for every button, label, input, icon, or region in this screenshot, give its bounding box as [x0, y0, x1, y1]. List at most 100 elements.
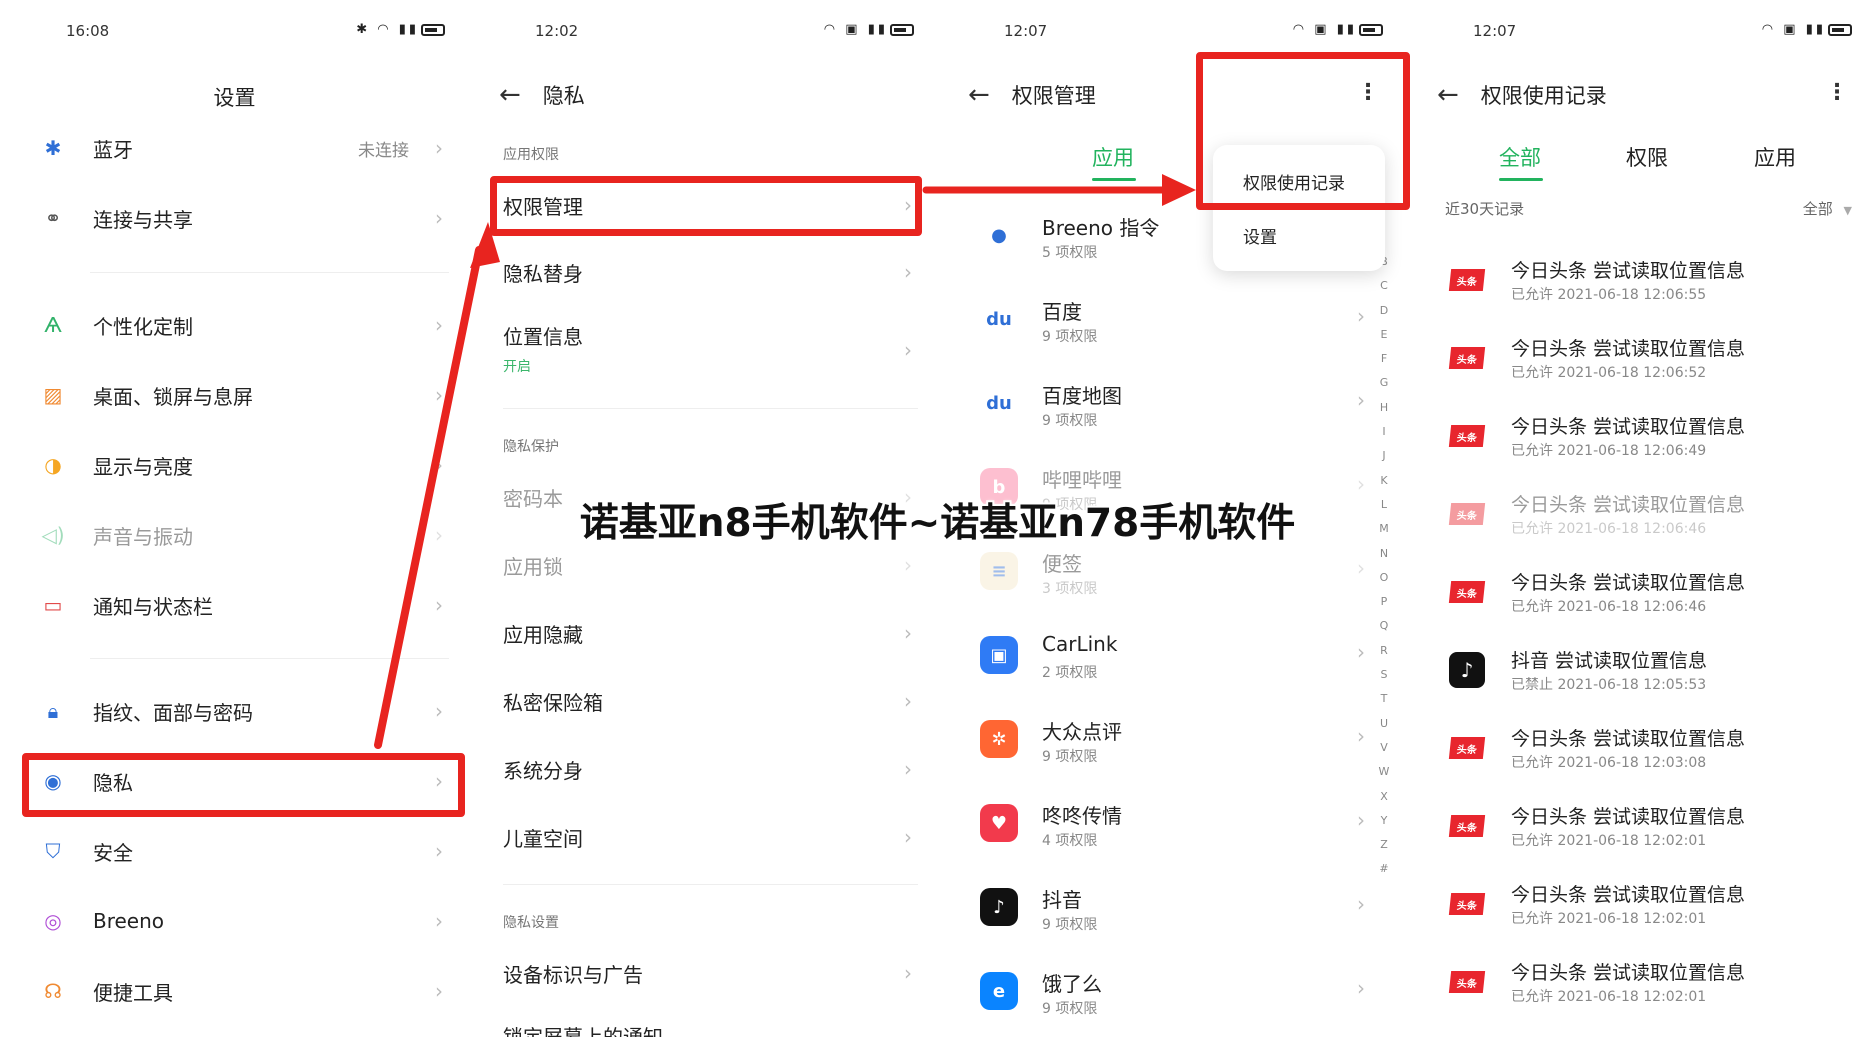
log-title: 今日头条 尝试读取位置信息	[1511, 728, 1746, 750]
alphabet-letter[interactable]: Q	[1377, 614, 1391, 638]
clone-system-item[interactable]: 系统分身 ›	[503, 744, 918, 794]
tab-underline	[1499, 178, 1543, 181]
log-row[interactable]: 头条 今日头条 尝试读取位置信息 已允许 2021-06-18 12:02:01	[1407, 944, 1875, 1022]
settings-item-label: 连接与共享	[93, 207, 193, 232]
tab-all[interactable]: 全部	[1499, 142, 1541, 172]
alphabet-letter[interactable]: S	[1377, 663, 1391, 687]
log-title: 抖音 尝试读取位置信息	[1511, 650, 1708, 672]
privacy-double-item[interactable]: 隐私替身 ›	[503, 247, 918, 297]
settings-item-personalize[interactable]: Ѧ 个性化定制 ›	[0, 297, 469, 353]
alphabet-letter[interactable]: D	[1377, 299, 1391, 323]
alphabet-letter[interactable]: O	[1377, 566, 1391, 590]
alphabet-letter[interactable]: Z	[1377, 833, 1391, 857]
app-name: 咚咚传情	[1042, 804, 1122, 828]
log-row[interactable]: 头条 今日头条 尝试读取位置信息 已允许 2021-06-18 12:06:55	[1407, 242, 1875, 320]
settings-item-bluetooth[interactable]: ✱ 蓝牙 未连接 ›	[0, 120, 469, 176]
alphabet-letter[interactable]: #	[1377, 857, 1391, 881]
menu-item-settings[interactable]: 设置	[1243, 223, 1277, 248]
settings-item-tools[interactable]: ☊ 便捷工具 ›	[0, 963, 469, 1019]
alphabet-letter[interactable]: U	[1377, 712, 1391, 736]
private-safe-item[interactable]: 私密保险箱 ›	[503, 676, 918, 726]
status-time: 16:08	[66, 22, 110, 40]
settings-item-share[interactable]: ⚭ 连接与共享 ›	[0, 190, 469, 246]
alphabet-letter[interactable]: V	[1377, 736, 1391, 760]
alphabet-letter[interactable]: H	[1377, 396, 1391, 420]
app-permission-count: 3 项权限	[1042, 581, 1098, 597]
toutiao-badge: 头条	[1448, 815, 1486, 837]
log-row[interactable]: 头条 今日头条 尝试读取位置信息 已允许 2021-06-18 12:02:01	[1407, 788, 1875, 866]
alphabet-letter[interactable]: K	[1377, 469, 1391, 493]
location-item[interactable]: 位置信息 ›	[503, 310, 918, 363]
kids-space-item[interactable]: 儿童空间 ›	[503, 812, 918, 862]
app-row[interactable]: du 百度 9 项权限 ›	[938, 282, 1407, 366]
more-options-icon[interactable]: ⋮	[1826, 80, 1848, 105]
alphabet-letter[interactable]: P	[1377, 590, 1391, 614]
log-row[interactable]: 头条 今日头条 尝试读取位置信息 已允许 2021-06-18 12:06:46	[1407, 554, 1875, 632]
more-options-icon[interactable]: ⋮	[1357, 80, 1379, 105]
divider	[90, 272, 449, 273]
back-arrow-icon[interactable]: ←	[968, 82, 990, 108]
lock-notify-item[interactable]: 锁定屏幕上的通知	[503, 1010, 918, 1037]
log-row[interactable]: 头条 今日头条 尝试读取位置信息 已允许 2021-06-18 12:03:08	[1407, 710, 1875, 788]
chevron-right-icon: ›	[435, 769, 443, 793]
device-ads-item[interactable]: 设备标识与广告 ›	[503, 948, 918, 998]
douyin-app-icon: ♪	[1449, 652, 1485, 688]
app-permission-count: 9 项权限	[1042, 917, 1098, 933]
settings-item-security[interactable]: ⛉ 安全 ›	[0, 823, 469, 879]
settings-item-breeno[interactable]: ◎ Breeno ›	[0, 893, 469, 949]
location-state: 开启	[503, 359, 531, 375]
settings-item-password[interactable]: 🔒︎ 指纹、面部与密码 ›	[0, 683, 469, 739]
menu-item-permission-log[interactable]: 权限使用记录	[1243, 169, 1345, 194]
app-row[interactable]: ♪ 抖音 9 项权限 ›	[938, 870, 1407, 954]
back-arrow-icon[interactable]: ←	[499, 82, 521, 108]
alphabet-letter[interactable]: E	[1377, 323, 1391, 347]
item-label: 应用锁	[503, 554, 563, 579]
alphabet-letter[interactable]: F	[1377, 347, 1391, 371]
status-icons: ◠ ▣ ▮▮	[824, 22, 914, 37]
tab-permission[interactable]: 权限	[1626, 142, 1668, 172]
log-row[interactable]: 头条 今日头条 尝试读取位置信息 已允许 2021-06-18 12:02:01	[1407, 866, 1875, 944]
filter-dropdown[interactable]: 全部 ▼	[1803, 198, 1852, 219]
privacy-eye-icon: ◉	[44, 769, 62, 793]
chevron-right-icon: ›	[435, 313, 443, 337]
alphabet-letter[interactable]: Y	[1377, 809, 1391, 833]
log-row[interactable]: ♪ 抖音 尝试读取位置信息 已禁止 2021-06-18 12:05:53	[1407, 632, 1875, 710]
app-row[interactable]: e 饿了么 9 项权限 ›	[938, 954, 1407, 1037]
log-timestamp: 已允许 2021-06-18 12:02:01	[1511, 989, 1707, 1005]
tab-app[interactable]: 应用	[1754, 142, 1796, 172]
settings-item-brightness[interactable]: ◑ 显示与亮度 ›	[0, 437, 469, 493]
settings-item-privacy[interactable]: ◉ 隐私 ›	[0, 753, 469, 809]
settings-item-notification[interactable]: ▭ 通知与状态栏 ›	[0, 577, 469, 633]
battery-icon	[1828, 23, 1852, 36]
app-hide-item[interactable]: 应用隐藏 ›	[503, 608, 918, 658]
alphabet-letter[interactable]: T	[1377, 687, 1391, 711]
alphabet-index[interactable]: BCDEFGHIJKLMNOPQRSTUVWXYZ#	[1377, 250, 1391, 882]
log-row[interactable]: 头条 今日头条 尝试读取位置信息 已允许 2021-06-18 12:06:52	[1407, 320, 1875, 398]
status-bar: 16:08 ✱ ◠ ▮▮	[0, 20, 469, 42]
chevron-right-icon: ›	[435, 383, 443, 407]
permission-management-item[interactable]: 权限管理 ›	[503, 180, 918, 230]
alphabet-letter[interactable]: W	[1377, 760, 1391, 784]
alphabet-letter[interactable]: J	[1377, 444, 1391, 468]
log-row[interactable]: 头条 今日头条 尝试读取位置信息 已允许 2021-06-18 12:06:49	[1407, 398, 1875, 476]
alphabet-letter[interactable]: G	[1377, 371, 1391, 395]
alphabet-letter[interactable]: I	[1377, 420, 1391, 444]
log-title: 今日头条 尝试读取位置信息	[1511, 962, 1746, 984]
battery-icon	[421, 23, 445, 36]
alphabet-letter[interactable]: C	[1377, 274, 1391, 298]
app-row[interactable]: ▣ CarLink 2 项权限 ›	[938, 618, 1407, 702]
back-arrow-icon[interactable]: ←	[1437, 82, 1459, 108]
tab-apps[interactable]: 应用	[1092, 142, 1134, 172]
desktop-icon: ▨	[43, 383, 63, 407]
alphabet-letter[interactable]: X	[1377, 785, 1391, 809]
item-label: 隐私替身	[503, 261, 583, 286]
lock-icon: 🔒︎	[47, 699, 59, 723]
app-row[interactable]: du 百度地图 9 项权限 ›	[938, 366, 1407, 450]
app-row[interactable]: ♥ 咚咚传情 4 项权限 ›	[938, 786, 1407, 870]
alphabet-letter[interactable]: R	[1377, 639, 1391, 663]
app-row[interactable]: ✲ 大众点评 9 项权限 ›	[938, 702, 1407, 786]
item-label: 锁定屏幕上的通知	[503, 1024, 663, 1037]
status-bar: 12:02 ◠ ▣ ▮▮	[469, 20, 938, 42]
settings-item-label: 蓝牙	[93, 137, 133, 162]
settings-item-desktop[interactable]: ▨ 桌面、锁屏与息屏 ›	[0, 367, 469, 423]
